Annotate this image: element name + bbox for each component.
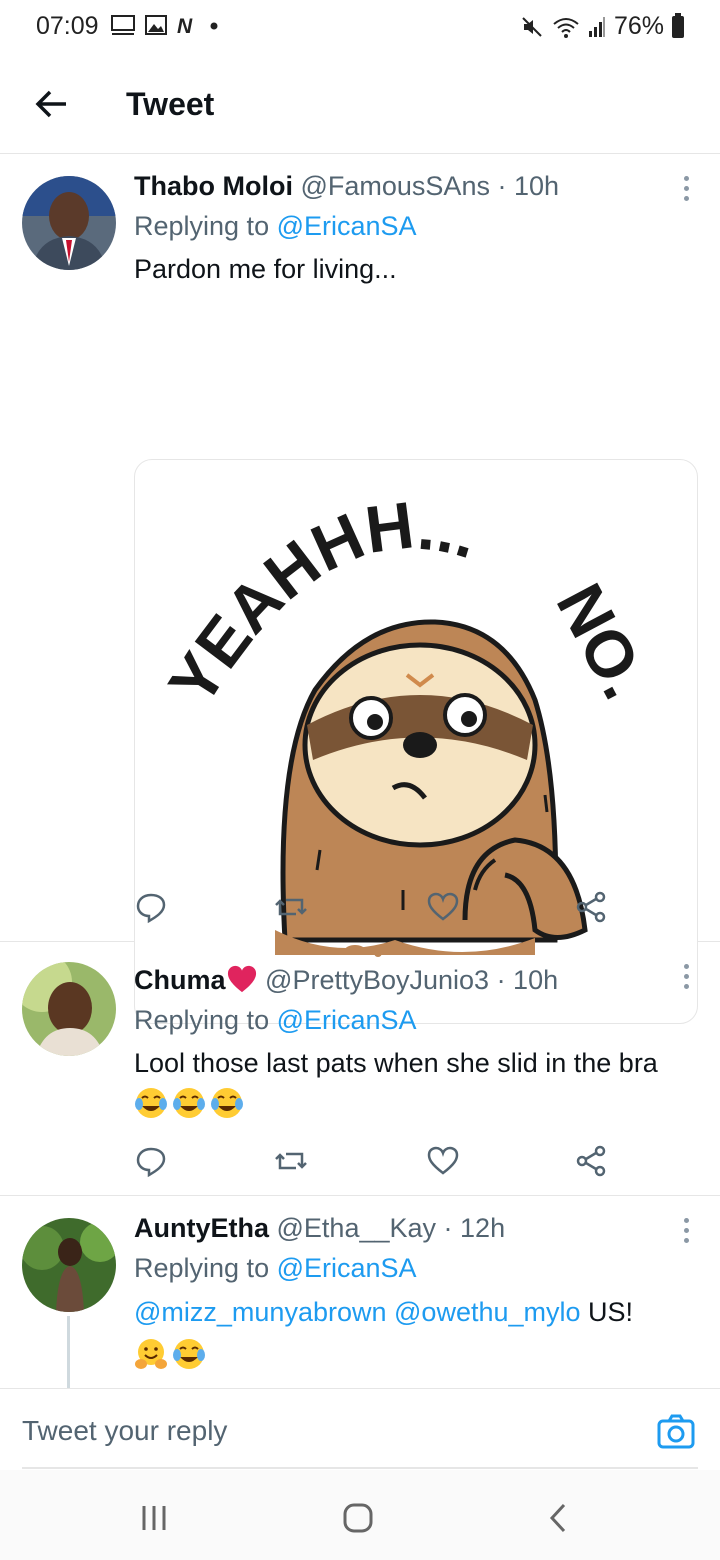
tweet-age: · 10h	[496, 965, 559, 995]
tweet-age: · 12h	[443, 1213, 506, 1243]
cast-icon	[111, 15, 135, 35]
mention-link[interactable]: @mizz_munyabrown	[134, 1297, 387, 1327]
retweet-icon[interactable]	[274, 1144, 308, 1178]
tweet-item[interactable]: Chuma @PrettyBoyJunio3 · 10h Replying to…	[0, 942, 720, 1196]
tweet-text: Lool those last pats when she slid in th…	[134, 1048, 658, 1078]
status-time: 07:09	[36, 12, 99, 40]
wifi-icon	[553, 17, 579, 38]
mute-icon	[522, 16, 542, 37]
tears-of-joy-emoji-icon	[173, 1088, 205, 1118]
battery-icon	[672, 12, 684, 38]
reply-composer: Tweet your reply	[0, 1388, 720, 1469]
gallery-icon	[145, 15, 167, 35]
top-app-bar: Tweet	[0, 56, 720, 154]
tweet-text-wrap: Lool those last pats when she slid in th…	[134, 1042, 696, 1126]
retweet-icon[interactable]	[274, 890, 308, 924]
hugging-face-emoji-icon	[135, 1339, 167, 1369]
author-name[interactable]: Thabo Moloi	[134, 171, 293, 201]
reply-prefix: Replying to	[134, 211, 270, 241]
tweet-text: Pardon me for living...	[134, 254, 397, 284]
reply-icon[interactable]	[134, 890, 168, 924]
reply-to-link[interactable]: @EricanSA	[277, 1005, 417, 1035]
tears-of-joy-emoji-icon	[173, 1339, 205, 1369]
reply-input[interactable]: Tweet your reply	[22, 1415, 227, 1447]
thread-connector	[67, 1316, 70, 1388]
author-name[interactable]: AuntyEtha	[134, 1213, 269, 1243]
netflix-icon: N	[177, 15, 193, 36]
reply-to-link[interactable]: @EricanSA	[277, 211, 417, 241]
sloth-sticker-image: YEAHHH... NO.	[154, 487, 663, 957]
tears-of-joy-emoji-icon	[135, 1088, 167, 1118]
sticker-caption-right: NO.	[543, 572, 663, 710]
reply-context: Replying to @EricanSA	[134, 1246, 696, 1290]
tweet-item[interactable]: Thabo Moloi @FamousSAns · 10h Replying t…	[0, 154, 720, 1024]
reply-to-link[interactable]: @EricanSA	[277, 1253, 417, 1283]
signal-icon	[588, 16, 605, 37]
author-name[interactable]: Chuma	[134, 965, 226, 995]
home-icon[interactable]	[340, 1500, 376, 1536]
avatar[interactable]	[22, 962, 116, 1056]
tweet-text: US!	[588, 1297, 634, 1327]
composer-divider	[22, 1467, 698, 1469]
avatar[interactable]	[22, 1218, 116, 1312]
back-arrow-icon[interactable]	[30, 82, 74, 126]
notification-icons: N	[110, 14, 220, 36]
tweet-text-wrap: @mizz_munyabrown @owethu_mylo US!	[134, 1290, 696, 1378]
mention-link[interactable]: @owethu_mylo	[394, 1297, 581, 1327]
dot-icon	[210, 22, 218, 30]
status-bar: 07:09 N 76%	[0, 0, 720, 56]
tweet-header: Thabo Moloi @FamousSAns · 10h	[134, 168, 696, 204]
share-icon[interactable]	[574, 1144, 608, 1178]
author-handle[interactable]: @Etha__Kay	[277, 1213, 437, 1243]
share-icon[interactable]	[574, 890, 608, 924]
reply-context: Replying to @EricanSA	[134, 204, 696, 248]
tweet-header: AuntyEtha @Etha__Kay · 12h	[134, 1210, 696, 1246]
tweet-item[interactable]: AuntyEtha @Etha__Kay · 12h Replying to @…	[0, 1196, 720, 1388]
reply-context: Replying to @EricanSA	[134, 998, 696, 1042]
battery-percent: 76%	[613, 12, 664, 40]
avatar[interactable]	[22, 176, 116, 270]
author-handle[interactable]: @FamousSAns	[300, 171, 489, 201]
tweet-header: Chuma @PrettyBoyJunio3 · 10h	[134, 962, 696, 998]
heart-icon[interactable]	[426, 890, 460, 924]
tweet-media-sticker[interactable]: YEAHHH... NO.	[134, 459, 698, 1024]
red-heart-emoji-icon	[227, 965, 256, 993]
tweet-age: · 10h	[497, 171, 560, 201]
tweet-actions	[134, 890, 614, 924]
camera-icon[interactable]	[656, 1413, 696, 1451]
tears-of-joy-emoji-icon	[211, 1088, 243, 1118]
system-nav-bar	[0, 1470, 720, 1560]
author-handle[interactable]: @PrettyBoyJunio3	[265, 965, 489, 995]
reply-prefix: Replying to	[134, 1253, 270, 1283]
status-right: 76%	[520, 12, 684, 41]
page-title: Tweet	[126, 86, 215, 122]
svg-text:N: N	[177, 15, 193, 36]
back-nav-icon[interactable]	[542, 1500, 578, 1536]
reply-prefix: Replying to	[134, 1005, 270, 1035]
heart-icon[interactable]	[426, 1144, 460, 1178]
tweet-actions	[134, 1144, 614, 1178]
recent-apps-icon[interactable]	[136, 1500, 172, 1536]
reply-icon[interactable]	[134, 1144, 168, 1178]
